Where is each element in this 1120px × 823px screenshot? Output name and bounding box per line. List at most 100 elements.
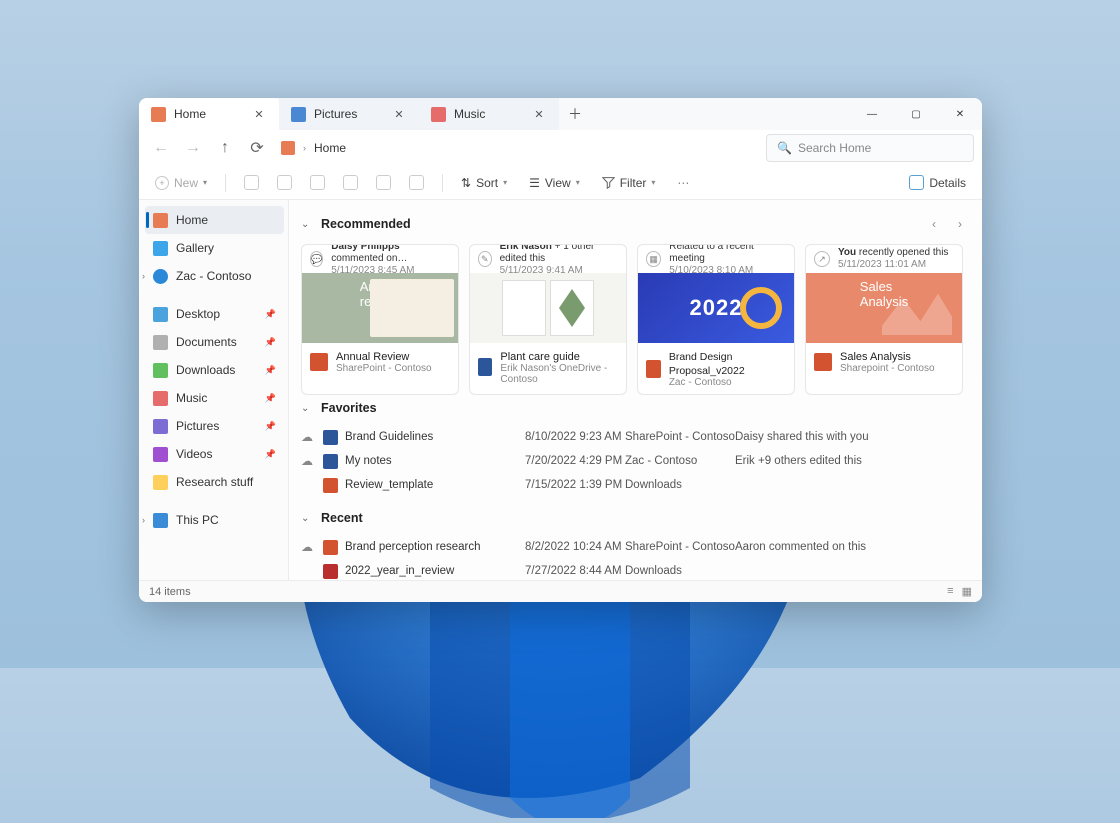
sidebar-item-desktop[interactable]: Desktop📌 [145, 300, 284, 328]
home-icon [153, 213, 168, 228]
content-area: ⌄ Recommended ‹ › 💬 Daisy Philipps comme… [289, 200, 982, 580]
close-tab-icon[interactable]: ✕ [531, 106, 547, 122]
file-row[interactable]: ☁ Brand Guidelines 8/10/2022 9:23 AM Sha… [301, 425, 970, 449]
rename-button[interactable] [337, 171, 364, 195]
new-button[interactable]: + New▾ [149, 171, 213, 195]
search-input[interactable]: 🔍 Search Home [766, 134, 974, 162]
section-title: Recommended [321, 217, 411, 231]
recommended-card[interactable]: ▦ Related to a recent meeting5/10/2023 8… [637, 244, 795, 395]
delete-icon [409, 175, 424, 190]
close-window-button[interactable]: ✕ [938, 98, 982, 130]
paste-button[interactable] [304, 171, 331, 195]
file-row[interactable]: Review_template 7/15/2022 1:39 PM Downlo… [301, 473, 970, 497]
breadcrumb[interactable]: › Home [281, 141, 762, 155]
carousel-prev-button[interactable]: ‹ [924, 214, 944, 234]
file-name: Review_template [345, 479, 525, 491]
tab-pictures[interactable]: Pictures ✕ [279, 98, 419, 130]
sidebar-item-music[interactable]: Music📌 [145, 384, 284, 412]
up-button[interactable]: ↑ [211, 134, 239, 162]
powerpoint-icon [814, 353, 832, 371]
details-pane-button[interactable]: Details [903, 171, 972, 195]
pc-icon [153, 513, 168, 528]
pin-icon[interactable]: 📌 [265, 393, 276, 404]
pin-icon[interactable]: 📌 [265, 421, 276, 432]
section-recommended-header[interactable]: ⌄ Recommended ‹ › [301, 214, 970, 234]
file-date: 8/10/2022 9:23 AM [525, 431, 625, 443]
sidebar-item-thispc[interactable]: › This PC [145, 506, 284, 534]
cloud-status-icon: ☁ [301, 430, 323, 444]
downloads-icon [153, 363, 168, 378]
minimize-button[interactable]: — [850, 98, 894, 130]
thumbnails-view-button[interactable]: ▦ [962, 585, 972, 598]
tab-label: Music [454, 107, 485, 121]
view-button[interactable]: ☰View▾ [523, 171, 586, 195]
sidebar-item-home[interactable]: Home [145, 206, 284, 234]
refresh-button[interactable]: ⟳ [243, 134, 271, 162]
sidebar-item-videos[interactable]: Videos📌 [145, 440, 284, 468]
new-tab-button[interactable]: ＋ [559, 98, 591, 130]
sidebar-item-documents[interactable]: Documents📌 [145, 328, 284, 356]
thumbnail-text: 2022 [690, 295, 743, 321]
details-view-button[interactable]: ≡ [947, 585, 953, 598]
pin-icon[interactable]: 📌 [265, 337, 276, 348]
file-date: 7/27/2022 8:44 AM [525, 565, 625, 577]
pin-icon[interactable]: 📌 [265, 309, 276, 320]
forward-button[interactable]: → [179, 134, 207, 162]
share-button[interactable] [370, 171, 397, 195]
item-count: 14 items [149, 586, 191, 598]
rename-icon [343, 175, 358, 190]
tab-music[interactable]: Music ✕ [419, 98, 559, 130]
tab-label: Home [174, 107, 206, 121]
sidebar-item-research[interactable]: Research stuff [145, 468, 284, 496]
chevron-right-icon[interactable]: › [142, 271, 145, 281]
navigation-pane: Home Gallery › Zac - Contoso Desktop📌 Do… [139, 200, 289, 580]
status-bar: 14 items ≡ ▦ [139, 580, 982, 602]
sidebar-item-downloads[interactable]: Downloads📌 [145, 356, 284, 384]
filter-button[interactable]: Filter▾ [596, 171, 662, 195]
home-icon [151, 107, 166, 122]
copy-button[interactable] [271, 171, 298, 195]
cut-button[interactable] [238, 171, 265, 195]
maximize-button[interactable]: ▢ [894, 98, 938, 130]
paste-icon [310, 175, 325, 190]
section-recent-header[interactable]: ⌄ Recent [301, 511, 970, 525]
tab-label: Pictures [314, 107, 357, 121]
delete-button[interactable] [403, 171, 430, 195]
chevron-down-icon: ⌄ [301, 403, 311, 414]
file-activity: Aaron commented on this [735, 541, 970, 553]
breadcrumb-current: Home [314, 141, 346, 155]
music-icon [431, 107, 446, 122]
recommended-card[interactable]: 💬 Daisy Philipps commented on…5/11/2023 … [301, 244, 459, 395]
file-row[interactable]: ☁ My notes 7/20/2022 4:29 PM Zac - Conto… [301, 449, 970, 473]
details-icon [909, 175, 924, 190]
section-title: Favorites [321, 401, 377, 415]
chevron-down-icon: ⌄ [301, 219, 311, 230]
close-tab-icon[interactable]: ✕ [251, 106, 267, 122]
sort-button[interactable]: ⇅Sort▾ [455, 171, 513, 195]
pictures-icon [153, 419, 168, 434]
section-favorites-header[interactable]: ⌄ Favorites [301, 401, 970, 415]
back-button[interactable]: ← [147, 134, 175, 162]
folder-icon [153, 475, 168, 490]
pin-icon[interactable]: 📌 [265, 365, 276, 376]
file-name: Brand Guidelines [345, 431, 525, 443]
sidebar-item-pictures[interactable]: Pictures📌 [145, 412, 284, 440]
file-row[interactable]: 2022_year_in_review 7/27/2022 8:44 AM Do… [301, 559, 970, 580]
file-explorer-window: Home ✕ Pictures ✕ Music ✕ ＋ — ▢ ✕ ← → ↑ … [139, 98, 982, 602]
chevron-right-icon[interactable]: › [142, 515, 145, 525]
more-button[interactable]: ⋯ [671, 171, 695, 195]
toolbar: + New▾ ⇅Sort▾ ☰View▾ Filter▾ ⋯ Details [139, 166, 982, 200]
pin-icon[interactable]: 📌 [265, 449, 276, 460]
recommended-card[interactable]: ✎ Erik Nason + 1 other edited this5/11/2… [469, 244, 627, 395]
chevron-right-icon: › [303, 143, 306, 153]
comment-icon: 💬 [310, 251, 323, 267]
close-tab-icon[interactable]: ✕ [391, 106, 407, 122]
edit-icon: ✎ [478, 251, 492, 267]
videos-icon [153, 447, 168, 462]
carousel-next-button[interactable]: › [950, 214, 970, 234]
sidebar-item-gallery[interactable]: Gallery [145, 234, 284, 262]
file-row[interactable]: ☁ Brand perception research 8/2/2022 10:… [301, 535, 970, 559]
recommended-card[interactable]: ↗ You recently opened this5/11/2023 11:0… [805, 244, 963, 395]
sidebar-item-onedrive[interactable]: › Zac - Contoso [145, 262, 284, 290]
tab-home[interactable]: Home ✕ [139, 98, 279, 130]
